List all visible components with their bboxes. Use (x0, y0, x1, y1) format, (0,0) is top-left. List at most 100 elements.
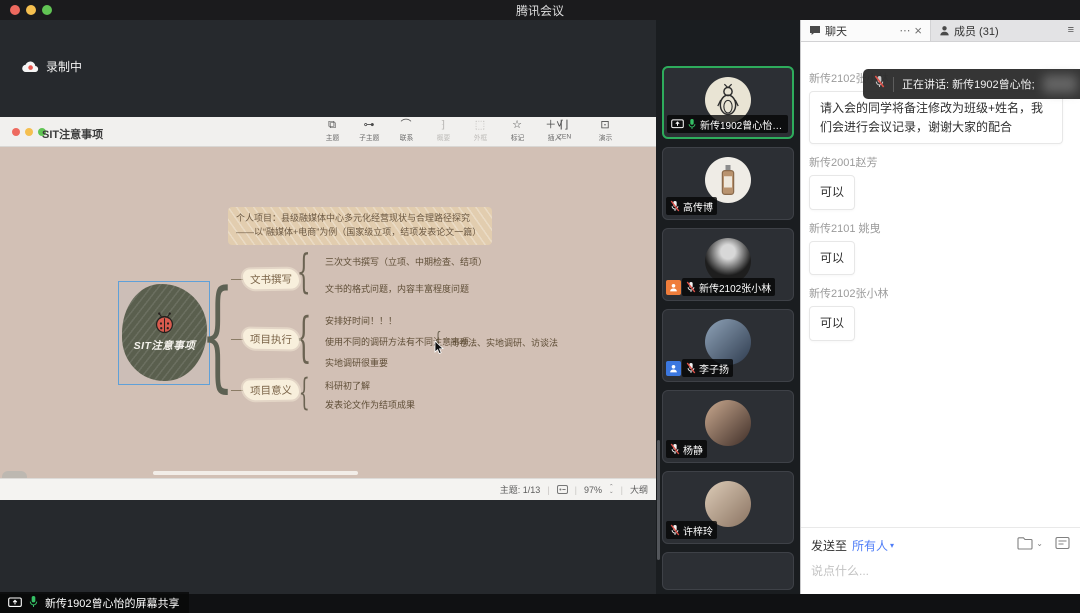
participant-name-chip: 新传1902曾心怡的屏幕共享 (667, 115, 788, 133)
orange-person-badge (666, 280, 681, 295)
minimize-window-button[interactable] (26, 5, 36, 15)
screen-share-icon (8, 597, 22, 609)
message-bubble: 可以 (809, 306, 855, 341)
toolbar-glyph-icon: ⬚ (475, 119, 485, 132)
participant-name: 新传2102张小林 (699, 280, 771, 295)
participant-name: 杨静 (683, 442, 703, 457)
toolbar-button-主题[interactable]: ⧉ 主题 (318, 119, 346, 143)
participant-tile[interactable] (662, 552, 794, 590)
chevron-down-icon: ⌄ (1036, 539, 1043, 548)
chat-bubble-icon (809, 25, 821, 36)
mic-muted-icon (686, 362, 696, 374)
chat-input[interactable] (811, 564, 1070, 578)
participant-name-chip: 李子扬 (682, 359, 733, 377)
toolbar-button-概要: ⁆ 概要 (429, 119, 457, 143)
participant-tile[interactable]: 李子扬 (662, 309, 794, 382)
connector-line (231, 339, 243, 340)
participant-tile[interactable]: 新传1902曾心怡的屏幕共享 (662, 66, 794, 139)
toolbar-button-联系[interactable]: ⌒ 联系 (392, 119, 420, 143)
topic-counter: 主题: 1/13 (500, 483, 541, 496)
participant-name: 许梓玲 (683, 523, 713, 538)
zoom-window-button[interactable] (42, 5, 52, 15)
toolbar-button-演示[interactable]: ⊡ 演示 (591, 119, 619, 143)
send-to-selector[interactable]: 所有人 (852, 537, 888, 554)
mic-on-icon (28, 595, 39, 611)
child-node[interactable]: 使用不同的调研方法有不同注意事项 (325, 335, 469, 348)
participant-name: 新传1902曾心怡的屏幕共享 (700, 117, 784, 132)
child-node[interactable]: 文书的格式问题，内容丰富程度问题 (325, 282, 469, 295)
blue-person-badge (666, 361, 681, 376)
branch-node-3[interactable]: 项目意义 (243, 380, 299, 401)
child-node[interactable]: 实地调研很重要 (325, 356, 388, 369)
child-node[interactable]: 科研初了解 (325, 379, 370, 392)
tile-label-row: 高传博 (666, 197, 717, 215)
cloud-record-icon (22, 60, 39, 73)
zoom-level[interactable]: 97% (584, 485, 602, 495)
strip-scrollbar[interactable] (657, 440, 660, 560)
mm-minimize-button[interactable] (25, 128, 33, 136)
mm-close-button[interactable] (12, 128, 20, 136)
tile-label-row: 李子扬 (666, 359, 733, 377)
message-bubble: 可以 (809, 241, 855, 276)
toolbar-button-标记[interactable]: ☆ 标记 (503, 119, 531, 143)
child-node[interactable]: 安排好时间！！！ (325, 314, 397, 327)
toolbar-button-子主题[interactable]: ⊶ 子主题 (355, 119, 383, 143)
child-node[interactable]: 三次文书撰写（立项、中期检查、结项） (325, 255, 487, 268)
participant-tile[interactable]: 高传博 (662, 147, 794, 220)
close-window-button[interactable] (10, 5, 20, 15)
more-icon[interactable]: ⋯ (899, 24, 910, 37)
participant-tile[interactable]: 新传2102张小林 (662, 228, 794, 301)
branch-node-1[interactable]: 文书撰写 (243, 269, 299, 290)
message-bubble: 可以 (809, 175, 855, 210)
recording-indicator: 录制中 (22, 58, 82, 75)
person-badge-icon (669, 283, 678, 292)
mic-muted-icon (686, 281, 696, 293)
mic-on-icon (687, 118, 697, 130)
close-icon[interactable]: × (914, 23, 922, 38)
zoom-stepper[interactable]: ⌃⌄ (609, 485, 614, 494)
file-button[interactable]: ⌄ (1017, 536, 1043, 550)
mindmap-canvas[interactable]: 个人项目：县级融媒体中心多元化经营现状与合理路径探究——以“融媒体+电商”为例（… (0, 147, 656, 478)
connector-line (231, 390, 243, 391)
mindmap-doc-title: SIT注意事项 (42, 126, 103, 142)
participant-tile[interactable]: 许梓玲 (662, 471, 794, 544)
participant-name: 高传博 (683, 199, 713, 214)
chat-message-list[interactable]: 正在讲话: 新传1902曾心怡; 新传2102张小林请入会的同学将备注修改为班级… (801, 42, 1080, 527)
map-mode-icon[interactable] (557, 485, 568, 494)
participant-name-chip: 高传博 (666, 197, 717, 215)
toolbar-glyph-icon: ⊶ (364, 119, 375, 132)
announcement-icon[interactable] (1055, 536, 1070, 550)
outline-toggle[interactable]: 大纲 (630, 483, 648, 496)
toolbar-button-ZEN[interactable]: ⌈⌋ ZEN (550, 119, 578, 143)
grandchild-node[interactable]: 问卷法、实地调研、访谈法 (450, 336, 558, 349)
chat-footer: 发送至 所有人 ▾ ⌄ (801, 527, 1080, 594)
penguin-doodle (713, 83, 743, 117)
branch-node-2[interactable]: 项目执行 (243, 329, 299, 350)
connector-line (231, 279, 243, 280)
mindmap-note-node[interactable]: 个人项目：县级融媒体中心多元化经营现状与合理路径探究——以“融媒体+电商”为例（… (228, 207, 492, 245)
mic-muted-icon (874, 75, 885, 88)
chat-header: 聊天 ⋯ × 成员 (31) ≡ (801, 20, 1080, 42)
participant-tile[interactable]: 杨静 (662, 390, 794, 463)
chevron-down-icon[interactable]: ▾ (890, 541, 894, 550)
bottle-photo (720, 165, 736, 195)
toolbar-glyph-icon: ⊡ (600, 119, 609, 132)
menu-icon[interactable]: ≡ (1068, 24, 1074, 36)
tile-label-row: 新传1902曾心怡的屏幕共享 (667, 115, 788, 133)
folder-icon (1017, 536, 1034, 550)
speaking-tooltip-text: 正在讲话: 新传1902曾心怡; (902, 76, 1035, 92)
mindmap-root-node[interactable]: SIT注意事项 (122, 284, 207, 381)
toolbar-glyph-icon: ⁆ (441, 119, 445, 132)
screen-share-banner: 新传1902曾心怡的屏幕共享 (0, 592, 189, 613)
message-sender: 新传2001赵芳 (809, 154, 1072, 170)
participant-name: 李子扬 (699, 361, 729, 376)
speaking-tooltip: 正在讲话: 新传1902曾心怡; (863, 69, 1080, 99)
mic-muted-icon (670, 443, 680, 455)
mic-muted-icon (670, 524, 680, 536)
tab-members[interactable]: 成员 (31) (931, 20, 1080, 41)
horizontal-scrollbar[interactable] (153, 471, 358, 475)
app-title: 腾讯会议 (0, 2, 1080, 19)
child-node[interactable]: 发表论文作为结项成果 (325, 398, 415, 411)
tab-chat[interactable]: 聊天 ⋯ × (801, 20, 931, 41)
mindmap-toolbar-left-group: ⧉ 主题⊶ 子主题⌒ 联系⁆ 概要⬚ 外框☆ 标记＋˅ 插入 (318, 119, 568, 143)
